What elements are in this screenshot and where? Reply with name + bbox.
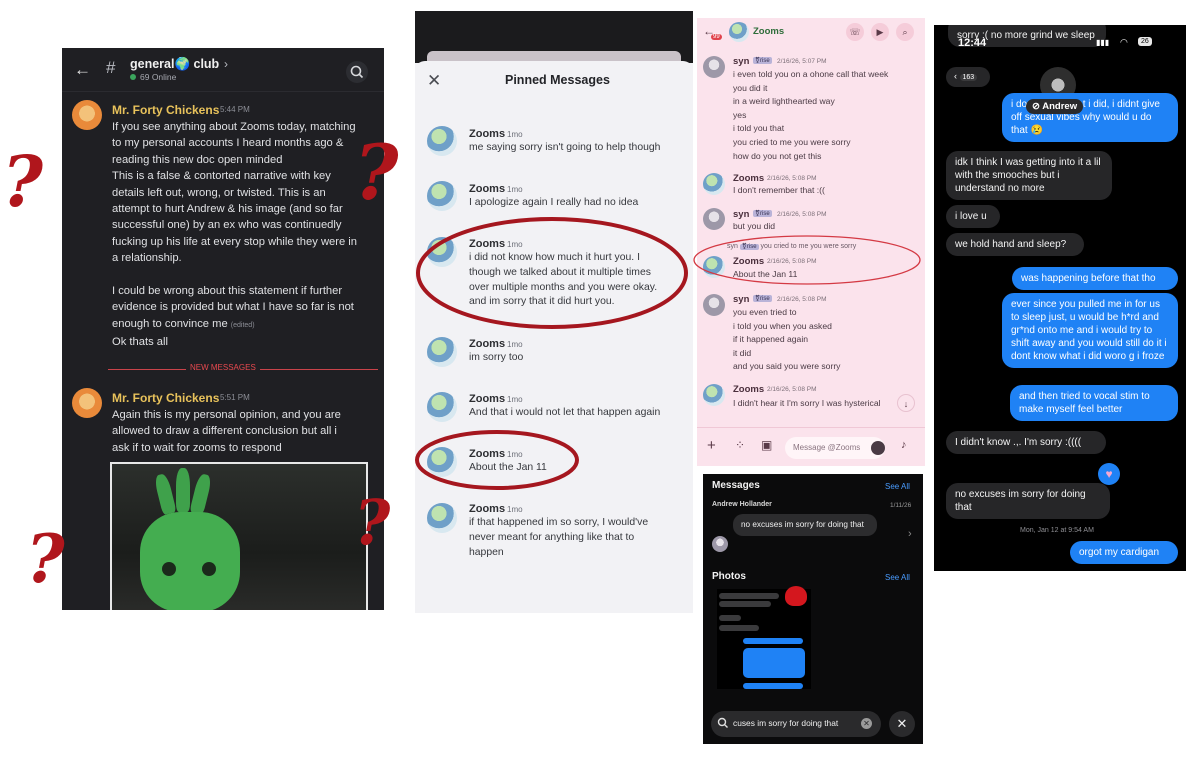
annotation-layer	[415, 217, 921, 490]
circle-annotation	[416, 217, 688, 329]
circle-annotation	[693, 235, 921, 285]
circle-annotation	[415, 430, 579, 490]
